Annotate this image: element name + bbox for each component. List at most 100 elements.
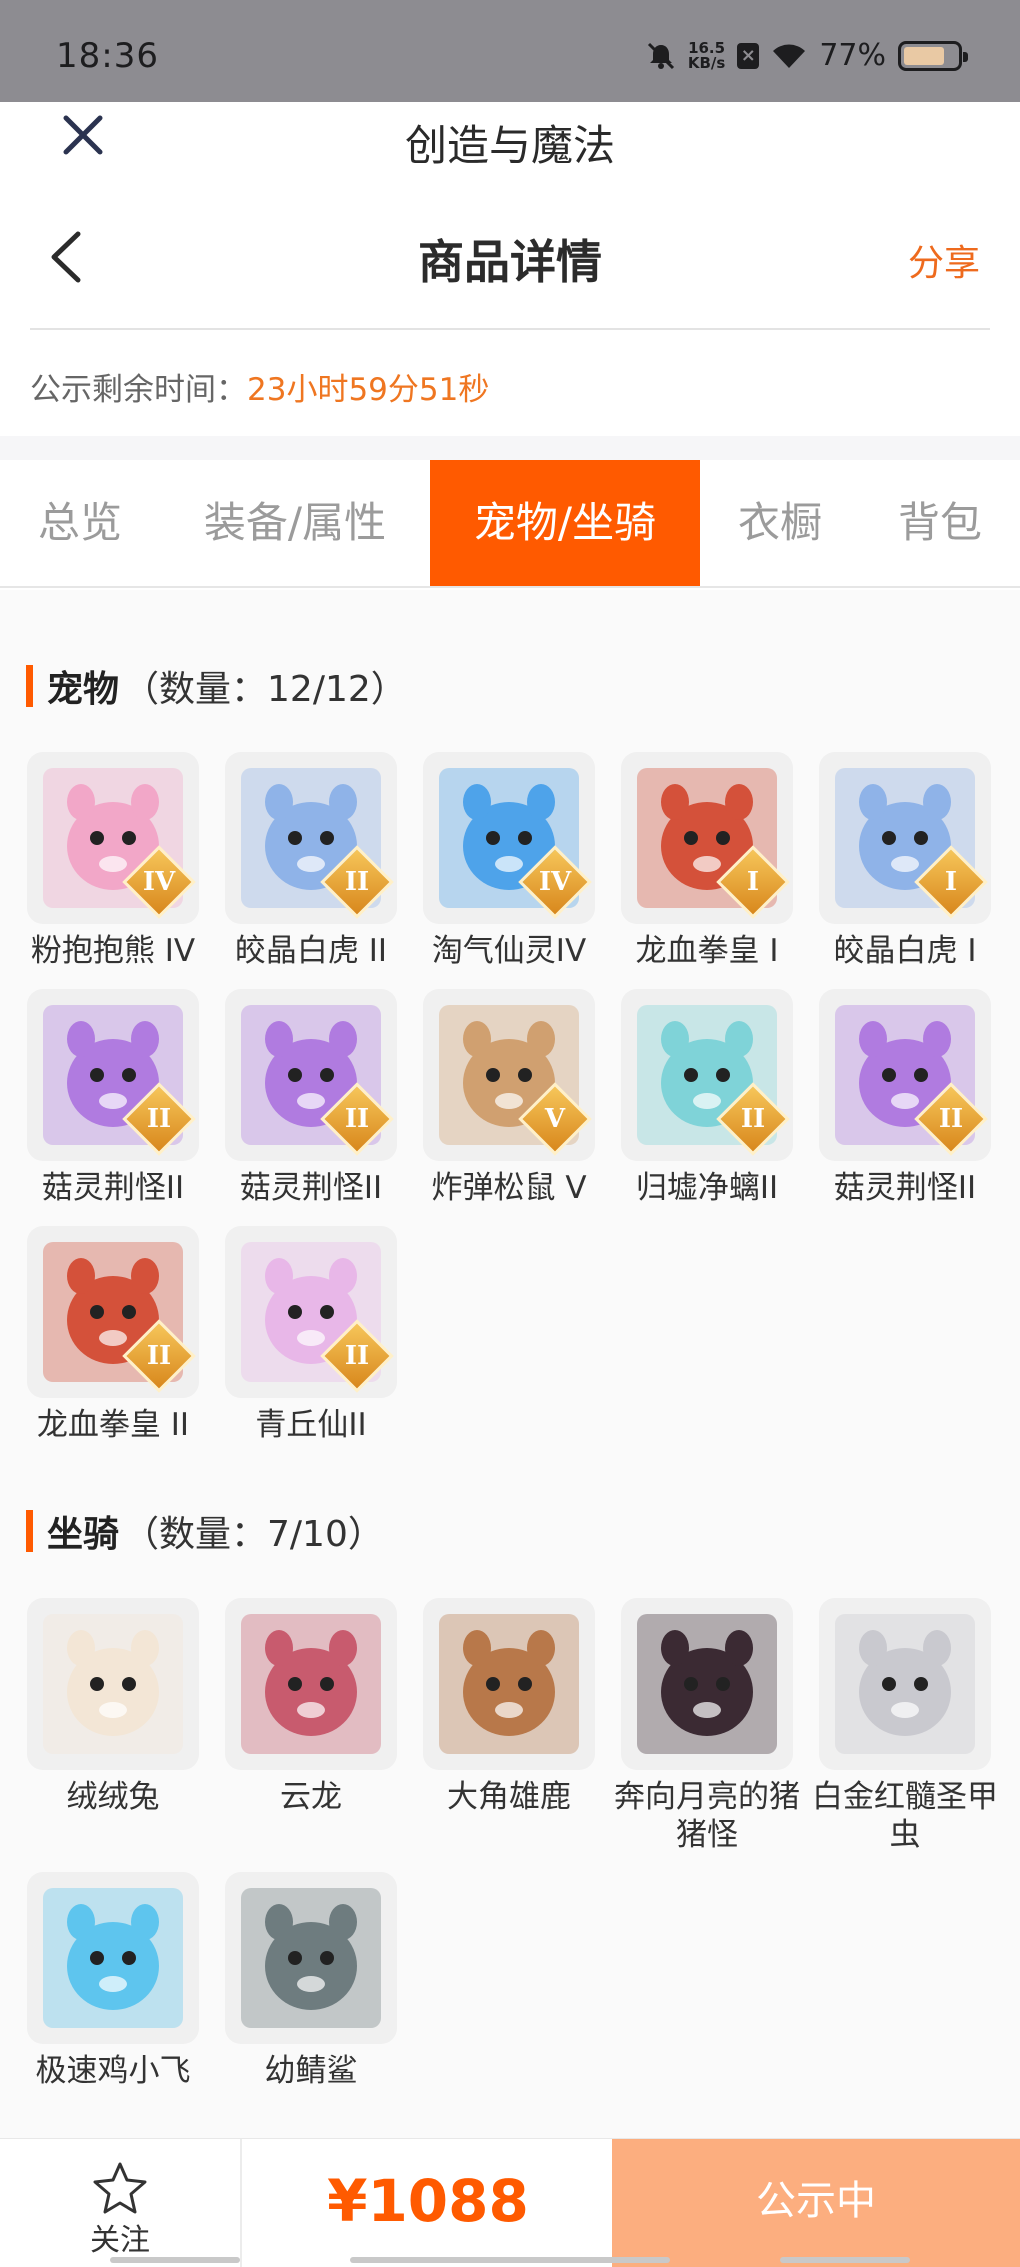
blue-chick-icon bbox=[27, 1872, 199, 2044]
mounts-item[interactable]: 绒绒兔 bbox=[27, 1598, 199, 1816]
stag-icon bbox=[423, 1598, 595, 1770]
rank-label: I bbox=[746, 867, 760, 897]
mounts-item[interactable]: 极速鸡小飞 bbox=[27, 1872, 199, 2090]
tab-backpack[interactable]: 背包 bbox=[870, 460, 1010, 586]
young-shark-icon bbox=[225, 1872, 397, 2044]
share-button[interactable]: 分享 bbox=[908, 234, 980, 286]
price: ¥1088 bbox=[327, 2167, 529, 2235]
pets-item[interactable]: II 菇灵荆怪II bbox=[819, 989, 991, 1207]
pets-item[interactable]: II 菇灵荆怪II bbox=[225, 989, 397, 1207]
fluffy-rabbit-icon bbox=[27, 1598, 199, 1770]
mounts-item[interactable]: 幼鲭鲨 bbox=[225, 1872, 397, 2090]
pets-item[interactable]: IV 粉抱抱熊 IV bbox=[27, 752, 199, 970]
clock: 18:36 bbox=[56, 36, 159, 76]
rank-label: II bbox=[344, 867, 370, 897]
app-title: 创造与魔法 bbox=[404, 121, 615, 170]
bomb-squirrel-icon: V bbox=[423, 989, 595, 1161]
tab-wardrobe[interactable]: 衣橱 bbox=[710, 460, 850, 586]
mounts-name: 幼鲭鲨 bbox=[264, 2053, 358, 2089]
rank-label: II bbox=[740, 1104, 766, 1134]
mounts-item[interactable]: 奔向月亮的猪猪怪 bbox=[614, 1598, 800, 1854]
follow-button[interactable]: 关注 bbox=[0, 2139, 242, 2267]
countdown-label: 公示剩余时间： bbox=[30, 372, 247, 408]
pets-name: 龙血拳皇 II bbox=[36, 1407, 190, 1443]
star-icon bbox=[93, 2162, 147, 2214]
publicity-status-button[interactable]: 公示中 bbox=[612, 2139, 1020, 2267]
network-speed: 16.5 KB/s bbox=[687, 40, 726, 72]
mounts-name: 奔向月亮的猪猪怪 bbox=[614, 1779, 800, 1853]
pets-name: 菇灵荆怪II bbox=[833, 1170, 977, 1206]
tab-bar: 总览 装备/属性 宠物/坐骑 衣橱 背包 bbox=[0, 460, 1020, 588]
countdown: 公示剩余时间：23小时59分51秒 bbox=[30, 364, 489, 409]
network-speed-unit: KB/s bbox=[687, 53, 726, 72]
battery-icon bbox=[898, 40, 968, 71]
pets-item[interactable]: IV 淘气仙灵IV bbox=[423, 752, 595, 970]
pets-item[interactable]: V 炸弹松鼠 V bbox=[423, 989, 595, 1207]
pets-item[interactable]: II 菇灵荆怪II bbox=[27, 989, 199, 1207]
rank-label: II bbox=[146, 1104, 172, 1134]
rank-label: IV bbox=[142, 867, 176, 897]
section-separator bbox=[0, 436, 1020, 460]
mounts-name: 绒绒兔 bbox=[66, 1779, 160, 1815]
pets-item[interactable]: II 归墟净螭II bbox=[621, 989, 793, 1207]
pets-name: 归墟净螭II bbox=[635, 1170, 779, 1206]
battery-percent: 77% bbox=[819, 38, 886, 73]
mounts-item[interactable]: 大角雄鹿 bbox=[423, 1598, 595, 1816]
pets-name: 皎晶白虎 II bbox=[234, 933, 388, 969]
mushroom-elf-icon: II bbox=[819, 989, 991, 1161]
status-bar: 18:36 16.5 KB/s × 77% bbox=[0, 0, 1020, 102]
pets-name: 菇灵荆怪II bbox=[41, 1170, 185, 1206]
mounts-item[interactable]: 云龙 bbox=[225, 1598, 397, 1816]
pets-name: 龙血拳皇 I bbox=[635, 933, 779, 969]
fox-fairy-icon: II bbox=[225, 1226, 397, 1398]
pets-name: 粉抱抱熊 IV bbox=[30, 933, 196, 969]
pets-name: 炸弹松鼠 V bbox=[431, 1170, 587, 1206]
tab-pets-mounts[interactable]: 宠物/坐骑 bbox=[430, 460, 700, 586]
pets-name: 淘气仙灵IV bbox=[431, 933, 587, 969]
white-tiger-icon: II bbox=[225, 752, 397, 924]
rank-label: II bbox=[938, 1104, 964, 1134]
wifi-icon bbox=[773, 44, 806, 68]
rank-label: V bbox=[544, 1104, 566, 1134]
water-dragon-icon: II bbox=[621, 989, 793, 1161]
mounts-name: 云龙 bbox=[280, 1779, 342, 1815]
mushroom-elf-icon: II bbox=[225, 989, 397, 1161]
section-marker bbox=[26, 1510, 33, 1552]
app-header: 创造与魔法 bbox=[0, 102, 1020, 172]
pets-mounts-panel: 宠物 （数量：12/12） IV 粉抱抱熊 IV II 皎晶白虎 II IV 淘气仙灵IV… bbox=[0, 590, 1020, 2138]
pets-name: 菇灵荆怪II bbox=[239, 1170, 383, 1206]
tab-equipment[interactable]: 装备/属性 bbox=[170, 460, 420, 586]
countdown-value: 23小时59分51秒 bbox=[247, 372, 490, 408]
white-tiger-icon: I bbox=[819, 752, 991, 924]
pets-count: （数量：12/12） bbox=[123, 669, 407, 710]
mounts-item[interactable]: 白金红髓圣甲虫 bbox=[812, 1598, 998, 1854]
rank-label: I bbox=[944, 867, 958, 897]
mute-bell-icon bbox=[647, 42, 674, 69]
dragon-boxer-icon: I bbox=[621, 752, 793, 924]
mounts-title: 坐骑 bbox=[47, 1514, 120, 1555]
pets-item[interactable]: II 青丘仙II bbox=[225, 1226, 397, 1444]
home-indicator bbox=[110, 2257, 910, 2263]
mounts-section-title: 坐骑 （数量：7/10） bbox=[26, 1505, 384, 1557]
status-icons: 16.5 KB/s × 77% bbox=[646, 38, 968, 73]
blue-puppy-icon: IV bbox=[423, 752, 595, 924]
pets-item[interactable]: I 皎晶白虎 I bbox=[819, 752, 991, 970]
mounts-count: （数量：7/10） bbox=[123, 1514, 384, 1555]
rank-label: II bbox=[344, 1104, 370, 1134]
mushroom-elf-icon: II bbox=[27, 989, 199, 1161]
divider bbox=[30, 328, 990, 330]
rank-label: II bbox=[344, 1341, 370, 1371]
dragon-boxer-icon: II bbox=[27, 1226, 199, 1398]
rank-label: II bbox=[146, 1341, 172, 1371]
section-marker bbox=[26, 665, 33, 707]
tab-overview[interactable]: 总览 bbox=[0, 460, 160, 586]
mounts-name: 大角雄鹿 bbox=[447, 1779, 571, 1815]
moon-pig-icon bbox=[621, 1598, 793, 1770]
pets-item[interactable]: I 龙血拳皇 I bbox=[621, 752, 793, 970]
nav-bar: 商品详情 分享 bbox=[0, 200, 1020, 310]
cloud-dragon-icon bbox=[225, 1598, 397, 1770]
pets-item[interactable]: II 皎晶白虎 II bbox=[225, 752, 397, 970]
pets-section-title: 宠物 （数量：12/12） bbox=[26, 660, 407, 712]
pets-name: 皎晶白虎 I bbox=[833, 933, 977, 969]
pets-item[interactable]: II 龙血拳皇 II bbox=[27, 1226, 199, 1444]
